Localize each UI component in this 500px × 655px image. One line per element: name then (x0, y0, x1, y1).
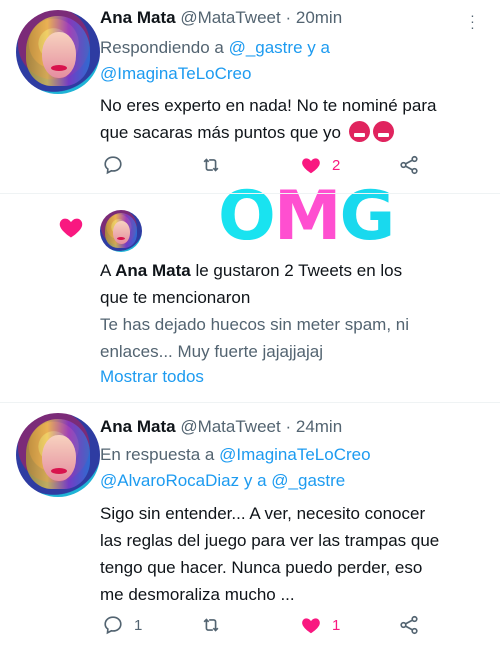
author-handle[interactable]: @MataTweet (180, 8, 280, 27)
reply-prefix: En respuesta a (100, 445, 215, 464)
tweet-actions: 1 1 (0, 614, 500, 644)
tweet-text: Sigo sin entender... A ver, necesito con… (100, 500, 490, 608)
tweet-header: Ana Mata @MataTweet · 20min (100, 8, 342, 28)
tweet-text-line: No eres experto en nada! No te nominé pa… (100, 96, 437, 115)
author-name[interactable]: Ana Mata (115, 261, 191, 280)
reply-context: En respuesta a @ImaginaTeLoCreo (100, 445, 371, 465)
share-icon (400, 615, 418, 635)
heart-filled-icon (302, 618, 320, 634)
retweet-icon (203, 618, 219, 632)
reply-and: y a (243, 471, 267, 490)
separator: · (285, 417, 292, 436)
like-notification[interactable]: A Ana Mata le gustaron 2 Tweets en los q… (0, 194, 500, 402)
tweet-text-line: las reglas del juego para ver las trampa… (100, 531, 440, 550)
mention-link[interactable]: @_gastre (229, 38, 303, 57)
reply-context-line2: @AlvaroRocaDiaz y a @_gastre (100, 471, 345, 491)
share-icon (400, 155, 418, 175)
tweet-1[interactable]: Ana Mata @MataTweet · 20min · · · Respondi… (0, 0, 500, 193)
avatar[interactable] (16, 10, 100, 94)
notification-preview: Te has dejado huecos sin meter spam, ni … (100, 311, 490, 365)
reply-icon (104, 156, 122, 175)
heart-filled-icon (302, 158, 320, 174)
notification-line: que te mencionaron (100, 288, 251, 307)
timestamp[interactable]: 24min (296, 417, 342, 436)
retweet-button[interactable] (200, 614, 232, 636)
like-button[interactable]: 2 (300, 154, 340, 176)
author-name[interactable]: Ana Mata (100, 8, 176, 27)
preview-line: Te has dejado huecos sin meter spam, ni (100, 315, 410, 334)
angry-face-icon (372, 121, 394, 142)
tweet-text: No eres experto en nada! No te nominé pa… (100, 92, 490, 146)
mention-link[interactable]: @_gastre (271, 471, 345, 490)
share-button[interactable] (398, 154, 420, 176)
reply-count: 1 (134, 616, 143, 634)
more-icon[interactable]: · · · (468, 8, 478, 34)
avatar[interactable] (100, 210, 142, 252)
tweet-text-line: tengo que hacer. Nunca puedo perder, eso (100, 558, 423, 577)
tweet-2[interactable]: Ana Mata @MataTweet · 24min En respuesta… (0, 403, 500, 655)
reply-context: Respondiendo a @_gastre y a (100, 38, 330, 58)
angry-face-icon (348, 121, 370, 142)
like-button[interactable]: 1 (300, 614, 340, 636)
notification-text: A Ana Mata le gustaron 2 Tweets en los q… (100, 257, 490, 311)
tweet-text-line: que sacaras más puntos que yo (100, 119, 490, 146)
reply-icon (104, 616, 122, 635)
show-all-link[interactable]: Mostrar todos (100, 363, 204, 390)
notification-line: A Ana Mata le gustaron 2 Tweets en los (100, 261, 403, 280)
heart-filled-icon (59, 218, 83, 238)
separator: · (285, 8, 292, 27)
like-count: 1 (332, 616, 341, 634)
retweet-icon (203, 158, 219, 172)
tweet-actions: 2 (0, 154, 500, 184)
retweet-button[interactable] (200, 154, 232, 176)
tweet-text-line: me desmoraliza mucho ... (100, 585, 295, 604)
tweet-header: Ana Mata @MataTweet · 24min (100, 417, 342, 437)
mention-link[interactable]: @ImaginaTeLoCreo (219, 445, 370, 464)
reply-context-line2: @ImaginaTeLoCreo (100, 64, 251, 84)
author-handle[interactable]: @MataTweet (180, 417, 280, 436)
reply-button[interactable] (102, 154, 134, 176)
author-name[interactable]: Ana Mata (100, 417, 176, 436)
share-button[interactable] (398, 614, 420, 636)
reply-button[interactable]: 1 (102, 614, 142, 636)
tweet-text-line: Sigo sin entender... A ver, necesito con… (100, 504, 426, 523)
preview-line: enlaces... Muy fuerte jajajjajaj (100, 342, 324, 361)
mention-link[interactable]: @ImaginaTeLoCreo (100, 64, 251, 83)
timestamp[interactable]: 20min (296, 8, 342, 27)
mention-link[interactable]: @AlvaroRocaDiaz (100, 471, 239, 490)
reply-prefix: Respondiendo a (100, 38, 224, 57)
like-count: 2 (332, 156, 341, 174)
avatar[interactable] (16, 413, 100, 497)
reply-and: y a (307, 38, 330, 57)
